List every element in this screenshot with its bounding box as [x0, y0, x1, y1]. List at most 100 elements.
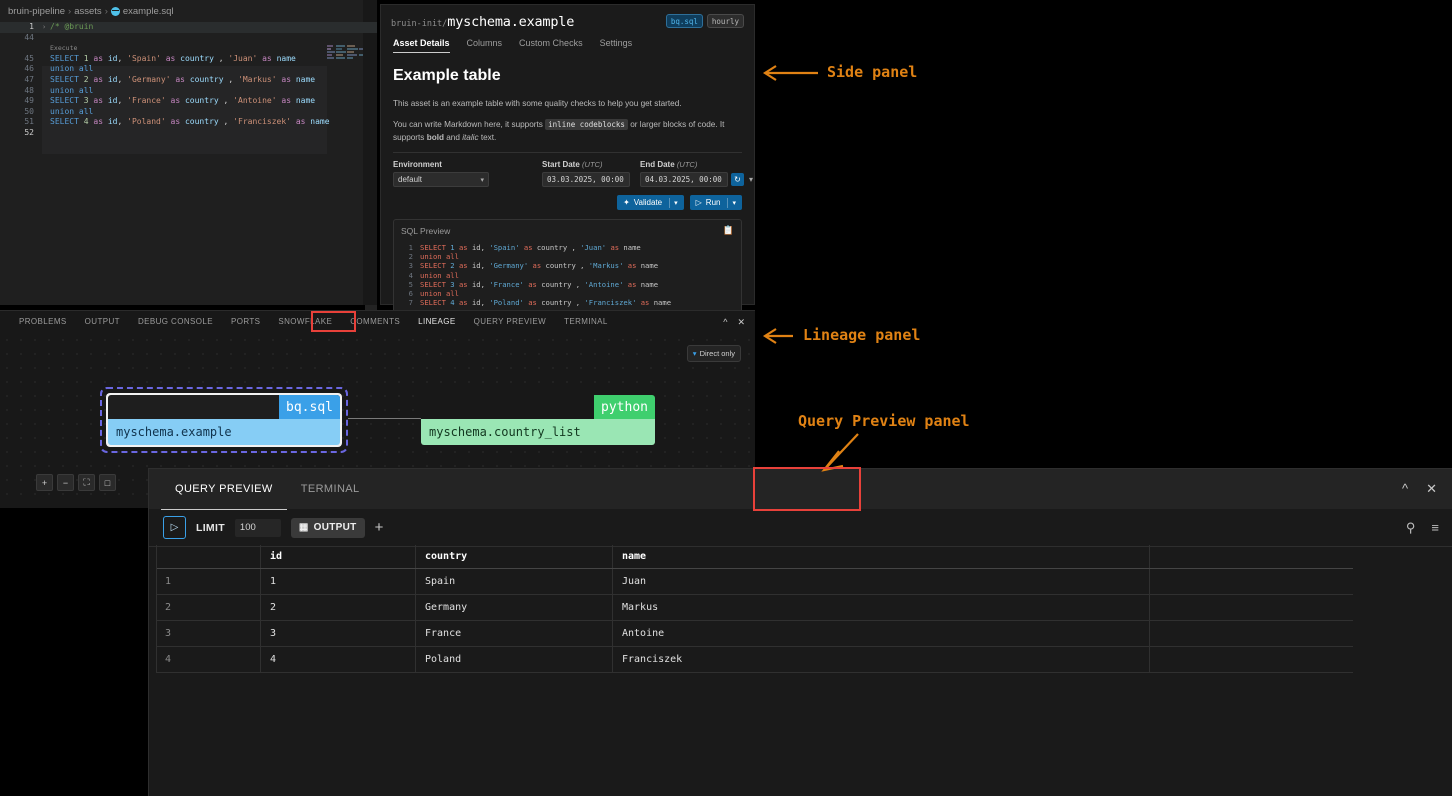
breadcrumb[interactable]: bruin-pipeline › assets › example.sql	[0, 0, 377, 22]
zoom-out-button[interactable]: −	[57, 474, 74, 491]
tab-columns[interactable]: Columns	[467, 38, 503, 53]
lineage-node-country-list[interactable]: python myschema.country_list	[421, 395, 655, 445]
cell-country[interactable]: Poland	[416, 647, 613, 672]
cell-id[interactable]: 1	[261, 569, 416, 594]
table-row[interactable]: 1 1 Spain Juan	[156, 569, 1353, 595]
code-line[interactable]: Execute	[0, 43, 377, 54]
copy-icon[interactable]: 📋	[723, 225, 734, 236]
line-number: 52	[24, 127, 34, 137]
code-line[interactable]: 52	[0, 128, 377, 139]
limit-input[interactable]: 100	[234, 518, 281, 537]
panel-tab-bar[interactable]: PROBLEMS OUTPUT DEBUG CONSOLE PORTS SNOW…	[0, 311, 755, 334]
breadcrumb-separator: ›	[68, 5, 72, 17]
sql-text: union all	[420, 289, 459, 299]
table-row[interactable]: 4 4 Poland Franciszek	[156, 647, 1353, 673]
cell-name[interactable]: Markus	[613, 595, 1150, 620]
asset-description-1: This asset is an example table with some…	[393, 99, 682, 108]
sql-line: 1 SELECT 1 as id, 'Spain' as country , 'J…	[401, 243, 734, 252]
breadcrumb-item-1[interactable]: assets	[74, 6, 101, 17]
code-line[interactable]: 50 union all	[0, 107, 377, 118]
start-date-label-text: Start Date	[542, 160, 580, 169]
add-tab-button[interactable]: +	[375, 519, 384, 536]
code-line[interactable]: 45 SELECT 1 as id, 'Spain' as country , …	[0, 54, 377, 65]
tab-custom-checks[interactable]: Custom Checks	[519, 38, 583, 53]
close-icon[interactable]: ✕	[737, 317, 745, 328]
clear-results-icon[interactable]: ≡	[1431, 520, 1439, 536]
code-line[interactable]: 49 SELECT 3 as id, 'France' as country ,…	[0, 96, 377, 107]
side-panel-tabs[interactable]: Asset Details Columns Custom Checks Sett…	[381, 30, 754, 53]
breadcrumb-item-2[interactable]: example.sql	[123, 6, 174, 17]
cell-id[interactable]: 3	[261, 621, 416, 646]
tab-lineage[interactable]: LINEAGE	[409, 311, 465, 334]
results-grid[interactable]: id country name 1 1 Spain Juan 2 2 Germa…	[156, 545, 1353, 673]
tab-terminal[interactable]: TERMINAL	[287, 469, 374, 509]
close-icon[interactable]: ✕	[1426, 481, 1437, 497]
start-date-input[interactable]: 03.03.2025, 00:00	[542, 172, 630, 187]
cell-id[interactable]: 2	[261, 595, 416, 620]
sql-text: union all	[420, 252, 459, 262]
chevron-down-icon[interactable]: ▾	[674, 199, 678, 207]
annotation-query-preview-panel: Query Preview panel	[798, 412, 970, 430]
lock-button[interactable]: □	[99, 474, 116, 491]
editor-code-area[interactable]: 1 › /* @bruin 44 Execute 45 SELECT 1 as …	[0, 22, 377, 327]
code-editor[interactable]: bruin-pipeline › assets › example.sql 1 …	[0, 0, 377, 327]
tab-settings[interactable]: Settings	[600, 38, 633, 53]
cell-name[interactable]: Franciszek	[613, 647, 1150, 672]
environment-select[interactable]: default ▾	[393, 172, 489, 187]
table-row[interactable]: 3 3 France Antoine	[156, 621, 1353, 647]
asset-heading: Example table	[393, 67, 501, 84]
run-button[interactable]: ▷ Run ▾	[689, 195, 742, 210]
zoom-in-button[interactable]: +	[36, 474, 53, 491]
lineage-zoom-controls[interactable]: + − ⛶ □	[36, 474, 116, 491]
fold-arrow-icon[interactable]: ›	[42, 22, 50, 33]
badge-schedule[interactable]: hourly	[706, 14, 744, 28]
code-line[interactable]: 44	[0, 33, 377, 44]
cell-country[interactable]: Germany	[416, 595, 613, 620]
tab-debug-console[interactable]: DEBUG CONSOLE	[129, 311, 222, 333]
badge-asset-type[interactable]: bq.sql	[665, 14, 703, 28]
end-date-row: 04.03.2025, 00:00 ↻ ▾	[640, 172, 753, 187]
code-line[interactable]: 46 union all	[0, 64, 377, 75]
tab-query-preview[interactable]: QUERY PREVIEW	[465, 311, 555, 333]
refresh-dates-icon[interactable]: ↻	[731, 173, 744, 186]
code-line[interactable]: 1 › /* @bruin	[0, 22, 377, 33]
code-lens-execute[interactable]: Execute	[50, 43, 377, 54]
code-line[interactable]: 48 union all	[0, 86, 377, 97]
direct-only-filter[interactable]: ▾ Direct only	[686, 345, 741, 362]
query-preview-panel: QUERY PREVIEW TERMINAL ^ ✕ ▷ LIMIT 100 ▦…	[148, 468, 1452, 796]
code-text: SELECT 3 as id, 'France' as country , 'A…	[50, 96, 316, 106]
tab-asset-details[interactable]: Asset Details	[393, 38, 450, 53]
run-query-button[interactable]: ▷	[163, 516, 186, 539]
validate-button[interactable]: ✦ Validate ▾	[617, 195, 684, 210]
tab-terminal[interactable]: TERMINAL	[555, 311, 617, 333]
breadcrumb-item-0[interactable]: bruin-pipeline	[8, 6, 65, 17]
node-type-tag: python	[594, 395, 655, 419]
row-index: 4	[156, 647, 261, 672]
desc-bold: bold	[426, 133, 444, 142]
cell-country[interactable]: France	[416, 621, 613, 646]
cell-id[interactable]: 4	[261, 647, 416, 672]
fit-view-button[interactable]: ⛶	[78, 474, 95, 491]
row-index: 1	[156, 569, 261, 594]
cell-country[interactable]: Spain	[416, 569, 613, 594]
code-line[interactable]: 47 SELECT 2 as id, 'Germany' as country …	[0, 75, 377, 86]
table-row[interactable]: 2 2 Germany Markus	[156, 595, 1353, 621]
end-date-input[interactable]: 04.03.2025, 00:00	[640, 172, 728, 187]
chevron-up-icon[interactable]: ^	[1402, 481, 1408, 497]
tab-problems[interactable]: PROBLEMS	[10, 311, 76, 333]
tab-ports[interactable]: PORTS	[222, 311, 269, 333]
sql-preview-panel: SQL Preview 📋 1 SELECT 1 as id, 'Spain' a…	[393, 219, 742, 316]
cell-name[interactable]: Antoine	[613, 621, 1150, 646]
tab-output[interactable]: OUTPUT	[76, 311, 129, 333]
code-line[interactable]: 51 SELECT 4 as id, 'Poland' as country ,…	[0, 117, 377, 128]
chevron-down-icon[interactable]: ▾	[749, 175, 753, 184]
output-tab-button[interactable]: ▦ OUTPUT	[290, 517, 365, 538]
search-icon[interactable]: ⚲	[1406, 520, 1416, 536]
chevron-down-icon[interactable]: ▾	[732, 199, 736, 207]
lineage-node-example[interactable]: bq.sql myschema.example	[108, 395, 340, 445]
tab-query-preview[interactable]: QUERY PREVIEW	[161, 469, 287, 510]
annotation-side-panel: Side panel	[827, 63, 918, 81]
chevron-down-icon: ▾	[480, 176, 484, 184]
cell-name[interactable]: Juan	[613, 569, 1150, 594]
chevron-up-icon[interactable]: ^	[723, 317, 727, 328]
